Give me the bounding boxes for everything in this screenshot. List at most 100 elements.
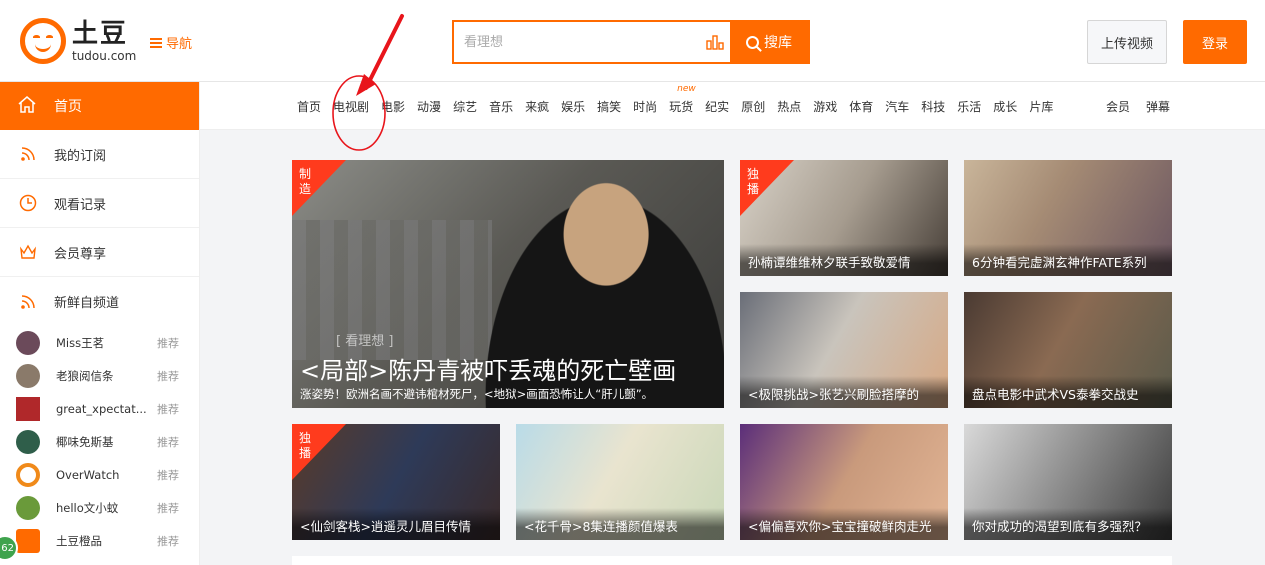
- tab-anime[interactable]: 动漫: [417, 98, 441, 115]
- video-card[interactable]: 独播 <仙剑客栈>逍遥灵儿眉目传情: [292, 424, 500, 540]
- video-title: 6分钟看完虚渊玄神作FATE系列: [964, 244, 1172, 276]
- sidebar-item-fresh-channels[interactable]: 新鲜自频道: [0, 277, 199, 326]
- tab-auto[interactable]: 汽车: [885, 98, 909, 115]
- tab-tv[interactable]: 电视剧: [333, 98, 369, 115]
- video-card[interactable]: <偏偏喜欢你>宝宝撞破鲜肉走光: [740, 424, 948, 540]
- recommend-tag: 推荐: [157, 402, 179, 416]
- home-icon: [18, 95, 38, 117]
- video-card[interactable]: 盘点电影中武术VS泰拳交战史: [964, 292, 1172, 408]
- video-title: 盘点电影中武术VS泰拳交战史: [964, 376, 1172, 408]
- recommend-tag: 推荐: [157, 501, 179, 515]
- tab-laifeng[interactable]: 来疯: [525, 98, 549, 115]
- menu-icon: [150, 36, 162, 50]
- tab-documentary[interactable]: 纪实: [705, 98, 729, 115]
- sidebar-item-label: 首页: [54, 99, 82, 115]
- tab-hot[interactable]: 热点: [777, 98, 801, 115]
- tab-danmaku[interactable]: 弹幕: [1146, 98, 1170, 115]
- video-card[interactable]: 你对成功的渴望到底有多强烈？: [964, 424, 1172, 540]
- search-icon: [746, 35, 759, 49]
- tab-original[interactable]: 原创: [741, 98, 765, 115]
- tab-entertainment[interactable]: 娱乐: [561, 98, 585, 115]
- tab-movie[interactable]: 电影: [381, 98, 405, 115]
- avatar: [16, 429, 40, 454]
- channel-item[interactable]: 老狼阅信条 推荐: [0, 359, 199, 392]
- logo-face-icon: [20, 18, 66, 64]
- video-card[interactable]: 6分钟看完虚渊玄神作FATE系列: [964, 160, 1172, 276]
- avatar: [16, 528, 40, 553]
- avatar: [16, 363, 40, 388]
- tab-fashion[interactable]: 时尚: [633, 98, 657, 115]
- recommend-tag: 推荐: [157, 435, 179, 449]
- nav-menu-label: 导航: [166, 37, 193, 52]
- tab-growth[interactable]: 成长: [993, 98, 1017, 115]
- sidebar-item-home[interactable]: 首页: [0, 82, 199, 130]
- category-nav: 首页 电视剧 电影 动漫 综艺 音乐 来疯 娱乐 搞笑 时尚 玩货 new 纪实 …: [200, 82, 1265, 130]
- clock-icon: [18, 194, 38, 212]
- exclusive-badge: 独播: [740, 160, 794, 216]
- tab-music[interactable]: 音乐: [489, 98, 513, 115]
- tudou-logo[interactable]: 土豆 tudou.com: [20, 18, 136, 64]
- video-card[interactable]: <极限挑战>张艺兴刷脸搭摩的: [740, 292, 948, 408]
- channel-name: 老狼阅信条: [56, 368, 114, 383]
- sidebar-item-label: 我的订阅: [54, 148, 107, 164]
- bar-chart-icon[interactable]: [700, 22, 730, 62]
- channel-item[interactable]: hello文小蚊 推荐: [0, 491, 199, 524]
- search-button[interactable]: 搜库: [730, 22, 808, 62]
- video-title: 你对成功的渴望到底有多强烈？: [964, 508, 1172, 540]
- video-title: <仙剑客栈>逍遥灵儿眉目传情: [292, 508, 500, 540]
- channel-name: 土豆橙品: [56, 533, 102, 548]
- sidebar-item-label: 新鲜自频道: [54, 296, 120, 311]
- search-input[interactable]: [454, 22, 700, 62]
- recommend-tag: 推荐: [157, 336, 179, 350]
- video-card[interactable]: 独播 孙楠谭维维林夕联手致敬爱情: [740, 160, 948, 276]
- sidebar-item-vip[interactable]: 会员尊享: [0, 228, 199, 277]
- sidebar-item-subscriptions[interactable]: 我的订阅: [0, 130, 199, 179]
- channel-item[interactable]: 土豆橙品 推荐: [0, 524, 199, 557]
- search-box: 搜库: [452, 20, 810, 64]
- channel-item[interactable]: Miss王茗 推荐: [0, 326, 199, 359]
- recommend-tag: 推荐: [157, 468, 179, 482]
- video-card[interactable]: <花千骨>8集连播颜值爆表: [516, 424, 724, 540]
- search-button-label: 搜库: [764, 35, 792, 51]
- category-list-right: 会员 弹幕: [1106, 82, 1186, 130]
- tab-funny[interactable]: 搞笑: [597, 98, 621, 115]
- video-title: 孙楠谭维维林夕联手致敬爱情: [740, 244, 948, 276]
- tab-label: 玩货: [669, 99, 694, 114]
- tab-variety[interactable]: 综艺: [453, 98, 477, 115]
- logo-text: 土豆: [72, 18, 129, 49]
- channel-item[interactable]: 椰味免斯基 推荐: [0, 425, 199, 458]
- tab-vip[interactable]: 会员: [1106, 98, 1130, 115]
- featured-subtitle: 涨姿势！欧洲名画不避讳棺材死尸，<地狱>画面恐怖让人“肝儿颤”。: [300, 387, 654, 401]
- sidebar: 首页 我的订阅 观看记录 会员尊享 新鲜自频道 Miss王茗 推荐 老狼阅信条 …: [0, 82, 200, 565]
- featured-video-card[interactable]: [ 看理想 ] 制造 <局部>陈丹青被吓丢魂的死亡壁画 涨姿势！欧洲名画不避讳棺…: [292, 160, 724, 408]
- channel-name: 椰味免斯基: [56, 434, 114, 449]
- exclusive-badge: 独播: [292, 424, 346, 480]
- channel-name: OverWatch: [56, 467, 120, 482]
- tab-sports[interactable]: 体育: [849, 98, 873, 115]
- sidebar-item-label: 观看记录: [54, 197, 107, 213]
- sidebar-item-history[interactable]: 观看记录: [0, 179, 199, 228]
- nav-menu-button[interactable]: 导航: [150, 33, 192, 52]
- channel-item[interactable]: OverWatch 推荐: [0, 458, 199, 491]
- tab-library[interactable]: 片库: [1029, 98, 1053, 115]
- tab-home[interactable]: 首页: [297, 98, 321, 115]
- tab-lifestyle[interactable]: 乐活: [957, 98, 981, 115]
- new-badge: new: [677, 83, 696, 94]
- video-title: <花千骨>8集连播颜值爆表: [516, 508, 724, 540]
- tab-games[interactable]: 游戏: [813, 98, 837, 115]
- tab-gadgets[interactable]: 玩货 new: [669, 84, 696, 115]
- avatar: [16, 495, 40, 520]
- login-button[interactable]: 登录: [1183, 20, 1247, 64]
- tab-tech[interactable]: 科技: [921, 98, 945, 115]
- floating-count: 62: [1, 542, 14, 554]
- upload-video-button[interactable]: 上传视频: [1087, 20, 1167, 64]
- top-header: 土豆 tudou.com 导航 搜库 上传视频 登录: [0, 0, 1265, 82]
- channel-name: Miss王茗: [56, 335, 105, 350]
- recommend-tag: 推荐: [157, 369, 179, 383]
- video-title: <偏偏喜欢你>宝宝撞破鲜肉走光: [740, 508, 948, 540]
- sidebar-item-label: 会员尊享: [54, 246, 107, 262]
- channel-item[interactable]: great_xpectat... 推荐: [0, 392, 199, 425]
- channel-name: hello文小蚊: [56, 500, 119, 515]
- avatar: [16, 396, 40, 421]
- channel-name: great_xpectat...: [56, 401, 147, 416]
